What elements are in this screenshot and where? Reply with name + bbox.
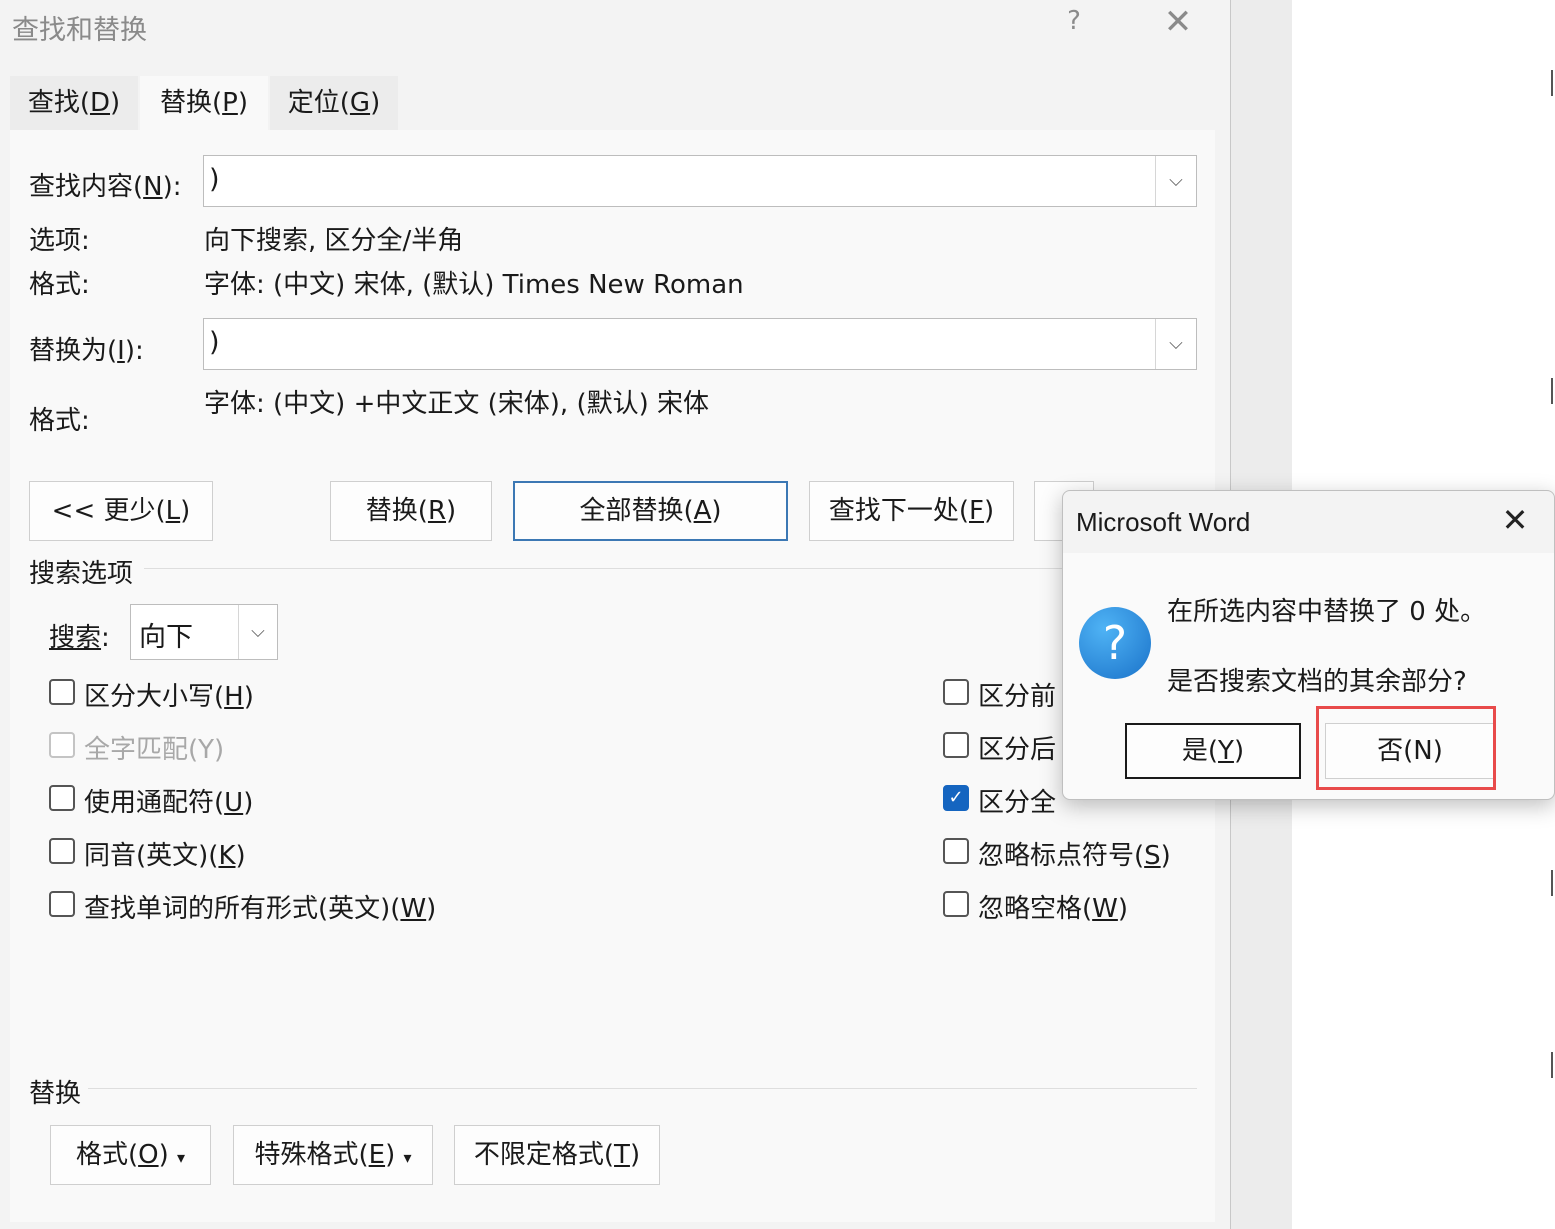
whole-word-label: 全字匹配(Y) — [84, 735, 225, 765]
question-icon: ? — [1079, 607, 1151, 679]
find-what-combobox[interactable]: ) ⌵ — [203, 155, 1197, 207]
match-width-checkbox[interactable]: ✓ — [943, 785, 969, 811]
replace-all-button[interactable]: 全部替换(A) — [513, 481, 788, 541]
find-replace-dialog: 查找和替换 ? ✕ 查找(D) 替换(P) 定位(G) 查找内容(N): ) ⌵… — [0, 0, 1231, 1229]
message-text: 在所选内容中替换了 0 处。 — [1167, 597, 1487, 627]
wildcards-label[interactable]: 使用通配符(U) — [84, 782, 253, 819]
replace-format-value: 字体: (中文) +中文正文 (宋体), (默认) 宋体 — [204, 389, 709, 419]
word-forms-checkbox[interactable] — [49, 891, 75, 917]
match-case-checkbox[interactable] — [49, 679, 75, 705]
sounds-like-label[interactable]: 同音(英文)(K) — [84, 835, 246, 872]
help-button[interactable]: ? — [1062, 6, 1086, 36]
replace-with-label: 替换为(I): — [29, 336, 144, 366]
yes-button[interactable]: 是(Y) — [1125, 723, 1301, 779]
close-icon[interactable]: ✕ — [1162, 2, 1194, 42]
match-prefix-checkbox[interactable] — [943, 679, 969, 705]
message-question: 是否搜索文档的其余部分? — [1167, 667, 1467, 697]
chevron-down-icon[interactable]: ⌵ — [238, 605, 277, 659]
search-direction-value: 向下 — [139, 622, 193, 653]
divider — [144, 568, 1197, 569]
less-button[interactable]: << 更少(L) — [29, 481, 213, 541]
ignore-whitespace-checkbox[interactable] — [943, 891, 969, 917]
dropdown-arrow-icon: ▾ — [177, 1148, 186, 1167]
dialog-title: 查找和替换 — [12, 15, 147, 46]
options-label: 选项: — [29, 226, 90, 256]
word-forms-label[interactable]: 查找单词的所有形式(英文)(W) — [84, 888, 436, 925]
format-button[interactable]: 格式(O) ▾ — [50, 1125, 211, 1185]
divider — [88, 1088, 1197, 1089]
find-what-value: ) — [209, 164, 220, 195]
ignore-whitespace-label[interactable]: 忽略空格(W) — [978, 888, 1128, 925]
whole-word-checkbox — [49, 732, 75, 758]
sounds-like-checkbox[interactable] — [49, 838, 75, 864]
search-direction-label: 搜索: — [49, 623, 110, 653]
paragraph-mark — [1551, 378, 1555, 404]
message-box-title: Microsoft Word — [1076, 507, 1251, 537]
no-formatting-button[interactable]: 不限定格式(T) — [454, 1125, 660, 1185]
tab-goto[interactable]: 定位(G) — [270, 76, 398, 130]
match-case-label[interactable]: 区分大小写(H) — [84, 676, 254, 713]
find-format-label: 格式: — [29, 270, 90, 300]
search-direction-select[interactable]: 向下 ⌵ — [130, 604, 278, 660]
special-button[interactable]: 特殊格式(E) ▾ — [233, 1125, 433, 1185]
replace-with-value: ) — [209, 327, 220, 358]
match-width-label[interactable]: 区分全 — [978, 782, 1056, 819]
replace-with-combobox[interactable]: ) ⌵ — [203, 318, 1197, 370]
ignore-punctuation-label[interactable]: 忽略标点符号(S) — [978, 835, 1171, 872]
tab-find[interactable]: 查找(D) — [10, 76, 138, 130]
chevron-down-icon[interactable]: ⌵ — [1155, 156, 1196, 206]
match-suffix-label[interactable]: 区分后 — [978, 729, 1056, 766]
no-button-highlight — [1316, 706, 1496, 790]
dropdown-arrow-icon: ▾ — [403, 1148, 412, 1167]
tab-replace[interactable]: 替换(P) — [140, 76, 268, 132]
options-value: 向下搜索, 区分全/半角 — [204, 226, 464, 256]
find-next-button[interactable]: 查找下一处(F) — [809, 481, 1014, 541]
paragraph-mark — [1551, 870, 1555, 896]
search-options-title: 搜索选项 — [29, 559, 134, 589]
find-format-value: 字体: (中文) 宋体, (默认) Times New Roman — [204, 270, 744, 300]
replace-button[interactable]: 替换(R) — [330, 481, 492, 541]
match-prefix-label[interactable]: 区分前 — [978, 676, 1056, 713]
match-suffix-checkbox[interactable] — [943, 732, 969, 758]
ignore-punctuation-checkbox[interactable] — [943, 838, 969, 864]
paragraph-mark — [1551, 70, 1555, 96]
close-icon[interactable]: ✕ — [1495, 501, 1535, 539]
replace-format-label: 格式: — [29, 406, 90, 436]
wildcards-checkbox[interactable] — [49, 785, 75, 811]
paragraph-mark — [1551, 1052, 1555, 1078]
find-what-label: 查找内容(N): — [29, 172, 182, 202]
chevron-down-icon[interactable]: ⌵ — [1155, 319, 1196, 369]
replace-section-title: 替换 — [29, 1079, 82, 1109]
